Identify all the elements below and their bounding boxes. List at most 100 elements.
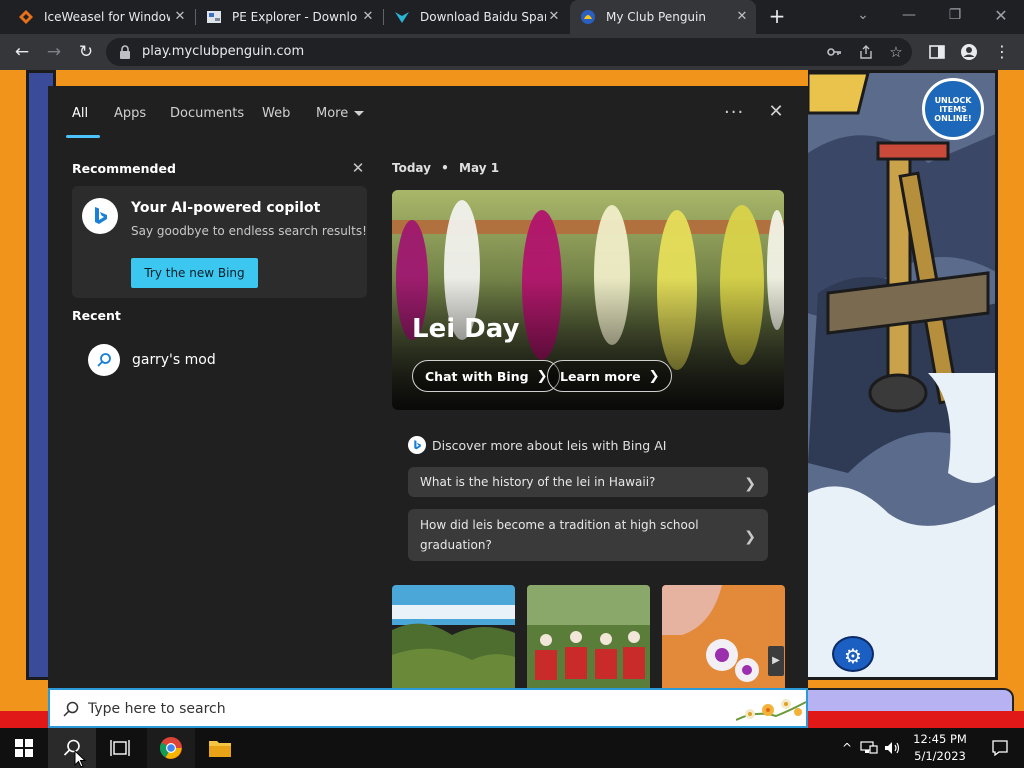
forward-button[interactable]: →	[42, 40, 66, 64]
game-scene-right	[808, 70, 998, 680]
restore-button[interactable]: ❐	[932, 0, 978, 30]
tab-documents[interactable]: Documents	[170, 106, 244, 121]
action-center-button[interactable]	[976, 728, 1024, 768]
discover-heading-row: Discover more about leis with Bing AI	[408, 436, 666, 454]
copilot-card: Your AI-powered copilot Say goodbye to e…	[72, 186, 367, 298]
copilot-title: Your AI-powered copilot	[131, 200, 321, 216]
unlock-items-online-badge[interactable]: UNLOCK ITEMS ONLINE!	[922, 78, 984, 140]
taskbar-search-box[interactable]	[48, 688, 808, 728]
landscape-image	[392, 585, 515, 688]
tab-search-chevron-icon[interactable]: ⌄	[840, 0, 886, 30]
task-view-icon	[110, 740, 130, 756]
tab-web[interactable]: Web	[262, 106, 290, 121]
badge-text: UNLOCK ITEMS ONLINE!	[934, 95, 972, 123]
taskbar-clock[interactable]: 12:45 PM 5/1/2023	[900, 731, 980, 765]
chevron-right-icon: ❯	[648, 368, 660, 384]
back-button[interactable]: ←	[10, 40, 34, 64]
address-bar[interactable]: play.myclubpenguin.com ☆	[106, 38, 912, 66]
question-button[interactable]: What is the history of the lei in Hawaii…	[408, 467, 768, 497]
share-icon[interactable]	[858, 44, 874, 60]
iceweasel-favicon-icon	[19, 10, 33, 24]
search-icon	[63, 701, 79, 717]
close-tab-icon[interactable]: ✕	[546, 9, 562, 25]
tab-my-club-penguin[interactable]: My Club Penguin ✕	[570, 0, 756, 34]
game-settings-gear-icon[interactable]: ⚙	[832, 636, 874, 672]
notification-icon	[992, 740, 1008, 757]
chevron-right-icon: ❯	[744, 476, 756, 492]
chrome-icon	[160, 737, 182, 759]
windows-logo-icon	[15, 739, 33, 757]
reload-button[interactable]: ↻	[74, 40, 98, 64]
dancers-image	[527, 585, 650, 688]
side-panel-icon[interactable]	[928, 43, 946, 61]
password-key-icon[interactable]	[826, 44, 842, 60]
windows-search-panel: All Apps Documents Web More ··· ✕ Recomm…	[48, 86, 808, 688]
tab-title: IceWeasel for Windows	[44, 10, 170, 24]
chat-with-bing-button[interactable]: Chat with Bing ❯	[412, 360, 561, 392]
browser-tab-bar: IceWeasel for Windows ✕ PE Explorer - Do…	[0, 0, 1024, 34]
url-text: play.myclubpenguin.com	[142, 44, 305, 59]
try-new-bing-button[interactable]: Try the new Bing	[131, 258, 258, 288]
tab-baidu-spark[interactable]: Download Baidu Spark ✕	[384, 0, 568, 34]
chevron-right-icon: ❯	[744, 529, 756, 545]
learn-more-button[interactable]: Learn more ❯	[547, 360, 673, 392]
date-label: May 1	[459, 161, 500, 175]
tab-more-label: More	[316, 106, 349, 121]
recent-item[interactable]: garry's mod	[88, 344, 216, 376]
profile-icon[interactable]	[960, 43, 978, 61]
clock-time: 12:45 PM	[913, 732, 967, 746]
taskbar-search-button[interactable]	[48, 728, 96, 768]
thumbnail-hula-dancers[interactable]	[527, 585, 650, 688]
chat-with-bing-label: Chat with Bing	[425, 368, 529, 384]
today-label: Today	[392, 161, 431, 175]
new-tab-button[interactable]: +	[766, 6, 788, 28]
bookmark-star-icon[interactable]: ☆	[888, 44, 904, 60]
hero-title: Lei Day	[412, 314, 520, 344]
close-tab-icon[interactable]: ✕	[172, 9, 188, 25]
discover-heading: Discover more about leis with Bing AI	[432, 437, 667, 453]
search-filter-tabs: All Apps Documents Web More ··· ✕	[48, 86, 808, 140]
club-penguin-favicon-icon	[581, 10, 595, 24]
active-tab-indicator	[66, 135, 100, 138]
system-tray: ^	[838, 728, 902, 768]
question-text: How did leis become a tradition at high …	[420, 518, 699, 552]
bing-logo-icon	[408, 436, 426, 454]
close-search-icon[interactable]: ✕	[766, 102, 786, 122]
start-button[interactable]	[0, 728, 48, 768]
network-icon[interactable]	[860, 741, 878, 755]
search-input[interactable]	[86, 696, 706, 722]
thumbnail-lei-making[interactable]	[662, 585, 785, 688]
show-hidden-icons-icon[interactable]: ^	[838, 741, 856, 755]
taskbar-file-explorer[interactable]	[196, 728, 244, 768]
pe-explorer-favicon-icon	[207, 11, 221, 23]
tab-pe-explorer[interactable]: PE Explorer - Downloac ✕	[196, 0, 382, 34]
search-icon	[88, 344, 120, 376]
carousel-next-button[interactable]: ▶	[768, 646, 784, 676]
taskbar-chrome[interactable]	[147, 728, 195, 768]
question-button[interactable]: How did leis become a tradition at high …	[408, 509, 768, 561]
lei-day-hero-card[interactable]: Lei Day Chat with Bing ❯ Learn more ❯	[392, 190, 784, 410]
folder-icon	[209, 741, 231, 757]
windows-taskbar: ^ 12:45 PM 5/1/2023	[0, 728, 1024, 768]
tab-title: Download Baidu Spark	[420, 10, 546, 24]
recommended-heading: Recommended	[72, 161, 176, 176]
tab-all[interactable]: All	[72, 106, 88, 121]
thumbnail-hawaii-landscape[interactable]	[392, 585, 515, 688]
dismiss-recommended-icon[interactable]: ✕	[350, 160, 366, 176]
tab-more[interactable]: More	[316, 106, 365, 121]
clock-date: 5/1/2023	[914, 749, 966, 763]
mine-scene-illustration	[808, 73, 995, 677]
close-tab-icon[interactable]: ✕	[360, 9, 376, 25]
copilot-subtitle: Say goodbye to endless search results!	[131, 224, 367, 238]
close-window-button[interactable]: ✕	[978, 0, 1024, 30]
tab-apps[interactable]: Apps	[114, 106, 146, 121]
task-view-button[interactable]	[96, 728, 144, 768]
chevron-right-icon: ❯	[536, 368, 548, 384]
today-date-line: Today • May 1	[392, 161, 499, 175]
more-options-icon[interactable]: ···	[724, 102, 744, 123]
chrome-menu-icon[interactable]: ⋮	[990, 40, 1014, 64]
tab-iceweasel[interactable]: IceWeasel for Windows ✕	[0, 0, 194, 34]
minimize-button[interactable]: —	[886, 0, 932, 30]
close-tab-icon[interactable]: ✕	[734, 9, 750, 25]
lock-icon	[120, 45, 130, 59]
